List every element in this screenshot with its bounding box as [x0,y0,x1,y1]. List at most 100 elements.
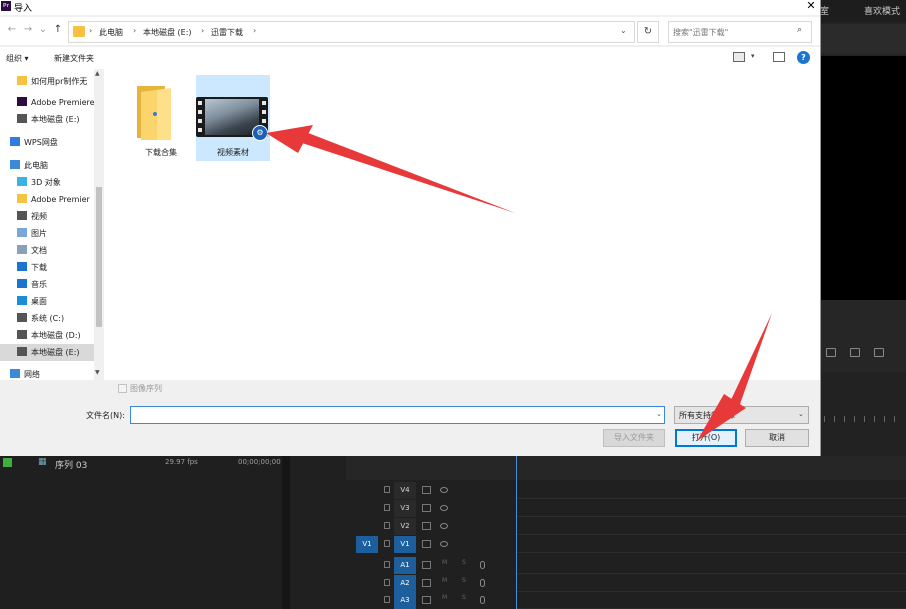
mute-button[interactable]: M [442,577,447,584]
sidebar-item[interactable]: Adobe Premiere [0,94,94,111]
timeline-ruler[interactable] [346,456,906,480]
track-lane[interactable] [516,557,906,574]
sync-lock-icon[interactable] [422,486,431,494]
sync-lock-icon[interactable] [422,579,431,587]
eye-icon[interactable] [440,487,448,493]
breadcrumb-item[interactable]: 本地磁盘 (E:) [143,27,192,38]
help-icon[interactable]: ? [797,51,810,64]
compare-icon[interactable] [874,348,884,357]
mute-button[interactable]: M [442,594,447,601]
sequence-name[interactable]: 序列 03 [55,458,87,471]
track-label[interactable]: V4 [394,482,416,499]
camera-icon[interactable] [850,348,860,357]
track-lane[interactable] [516,592,906,609]
refresh-button[interactable]: ↻ [637,21,659,43]
sidebar-item[interactable]: 音乐 [0,276,94,293]
scroll-down-icon[interactable]: ▼ [95,369,100,376]
file-type-select[interactable]: 所有支持的媒体 ⌄ [674,406,809,424]
sidebar-item[interactable]: 视频 [0,208,94,225]
mic-icon[interactable] [480,579,485,587]
sidebar-item[interactable]: 本地磁盘 (D:) [0,327,94,344]
mic-icon[interactable] [480,561,485,569]
address-dropdown-icon[interactable]: ⌄ [620,26,627,35]
address-bar[interactable]: › 此电脑 › 本地磁盘 (E:) › 迅雷下载 › ⌄ [68,21,635,43]
search-field[interactable]: ⌕ [668,21,812,43]
track-lane[interactable] [516,536,906,553]
lock-icon[interactable] [384,579,390,586]
sidebar-item[interactable]: 本地磁盘 (E:) [0,344,94,361]
track-label[interactable]: V1 [394,536,416,553]
sync-lock-icon[interactable] [422,596,431,604]
sidebar-item[interactable]: 图片 [0,225,94,242]
mute-button[interactable]: M [442,559,447,566]
file-item-video[interactable]: ⚙ 视频素材 [196,75,270,161]
sidebar-item[interactable]: 此电脑 [0,157,94,174]
eye-icon[interactable] [440,505,448,511]
track-lane[interactable] [516,482,906,499]
view-options-icon[interactable] [733,52,745,62]
scroll-up-icon[interactable]: ▲ [95,70,100,77]
preview-pane-icon[interactable] [773,52,785,62]
breadcrumb-item[interactable]: 迅雷下载 [211,27,243,38]
new-folder-button[interactable]: 新建文件夹 [54,53,94,64]
recent-locations-icon[interactable]: ⌄ [37,24,49,36]
track-label[interactable]: V3 [394,500,416,517]
track-label[interactable]: A3 [394,592,416,609]
track-label[interactable]: A2 [394,575,416,592]
sidebar-item[interactable]: 本地磁盘 (E:) [0,111,94,128]
sidebar-item[interactable]: WPS网盘 [0,134,94,151]
view-dropdown-icon[interactable]: ▾ [751,52,755,60]
lock-icon[interactable] [384,504,390,511]
navigation-scrollbar[interactable]: ▲ ▼ [94,69,104,380]
solo-button[interactable]: S [462,559,466,566]
forward-icon[interactable]: → [22,24,34,36]
up-folder-icon[interactable]: ↑ [52,24,64,36]
file-item-folder[interactable]: 下载合集 [124,75,198,161]
open-button[interactable]: 打开(O) [675,429,737,447]
track-lane[interactable] [516,518,906,535]
scrollbar-thumb[interactable] [96,187,102,327]
breadcrumb-separator[interactable]: › [201,26,204,35]
lock-icon[interactable] [384,596,390,603]
track-label[interactable]: V2 [394,518,416,535]
breadcrumb-separator[interactable]: › [133,26,136,35]
playhead[interactable] [516,456,517,609]
back-icon[interactable]: ← [6,24,18,36]
solo-button[interactable]: S [462,594,466,601]
sync-lock-icon[interactable] [422,504,431,512]
search-input[interactable] [673,25,793,39]
search-icon[interactable]: ⌕ [797,25,802,35]
sidebar-item[interactable]: 网络 [0,366,94,380]
lock-icon[interactable] [384,561,390,568]
sync-lock-icon[interactable] [422,540,431,548]
lock-icon[interactable] [384,522,390,529]
insert-icon[interactable] [826,348,836,357]
lock-icon[interactable] [384,540,390,547]
filename-field[interactable]: ⌄ [130,406,665,424]
organize-button[interactable]: 组织 ▾ [6,53,29,64]
breadcrumb-separator[interactable]: › [89,26,92,35]
filename-dropdown-icon[interactable]: ⌄ [656,410,662,418]
close-button[interactable]: ✕ [804,0,818,13]
sync-lock-icon[interactable] [422,522,431,530]
lock-icon[interactable] [384,486,390,493]
breadcrumb-item[interactable]: 此电脑 [99,27,123,38]
eye-icon[interactable] [440,541,448,547]
image-sequence-checkbox[interactable] [118,384,127,393]
workspace-tab[interactable]: 喜欢模式 [864,4,900,17]
cancel-button[interactable]: 取消 [745,429,809,447]
dialog-titlebar[interactable]: Pr 导入 ✕ [0,0,820,15]
sidebar-item[interactable]: 文档 [0,242,94,259]
track-lane[interactable] [516,575,906,592]
sidebar-item[interactable]: 桌面 [0,293,94,310]
track-label[interactable]: A1 [394,557,416,574]
sidebar-item[interactable]: 如何用pr制作无 [0,73,94,90]
import-folder-button[interactable]: 导入文件夹 [603,429,665,447]
sidebar-item[interactable]: 下载 [0,259,94,276]
sidebar-item[interactable]: Adobe Premier [0,191,94,208]
mic-icon[interactable] [480,596,485,604]
track-lane[interactable] [516,500,906,517]
sidebar-item[interactable]: 系统 (C:) [0,310,94,327]
panel-divider[interactable] [282,456,290,609]
eye-icon[interactable] [440,523,448,529]
